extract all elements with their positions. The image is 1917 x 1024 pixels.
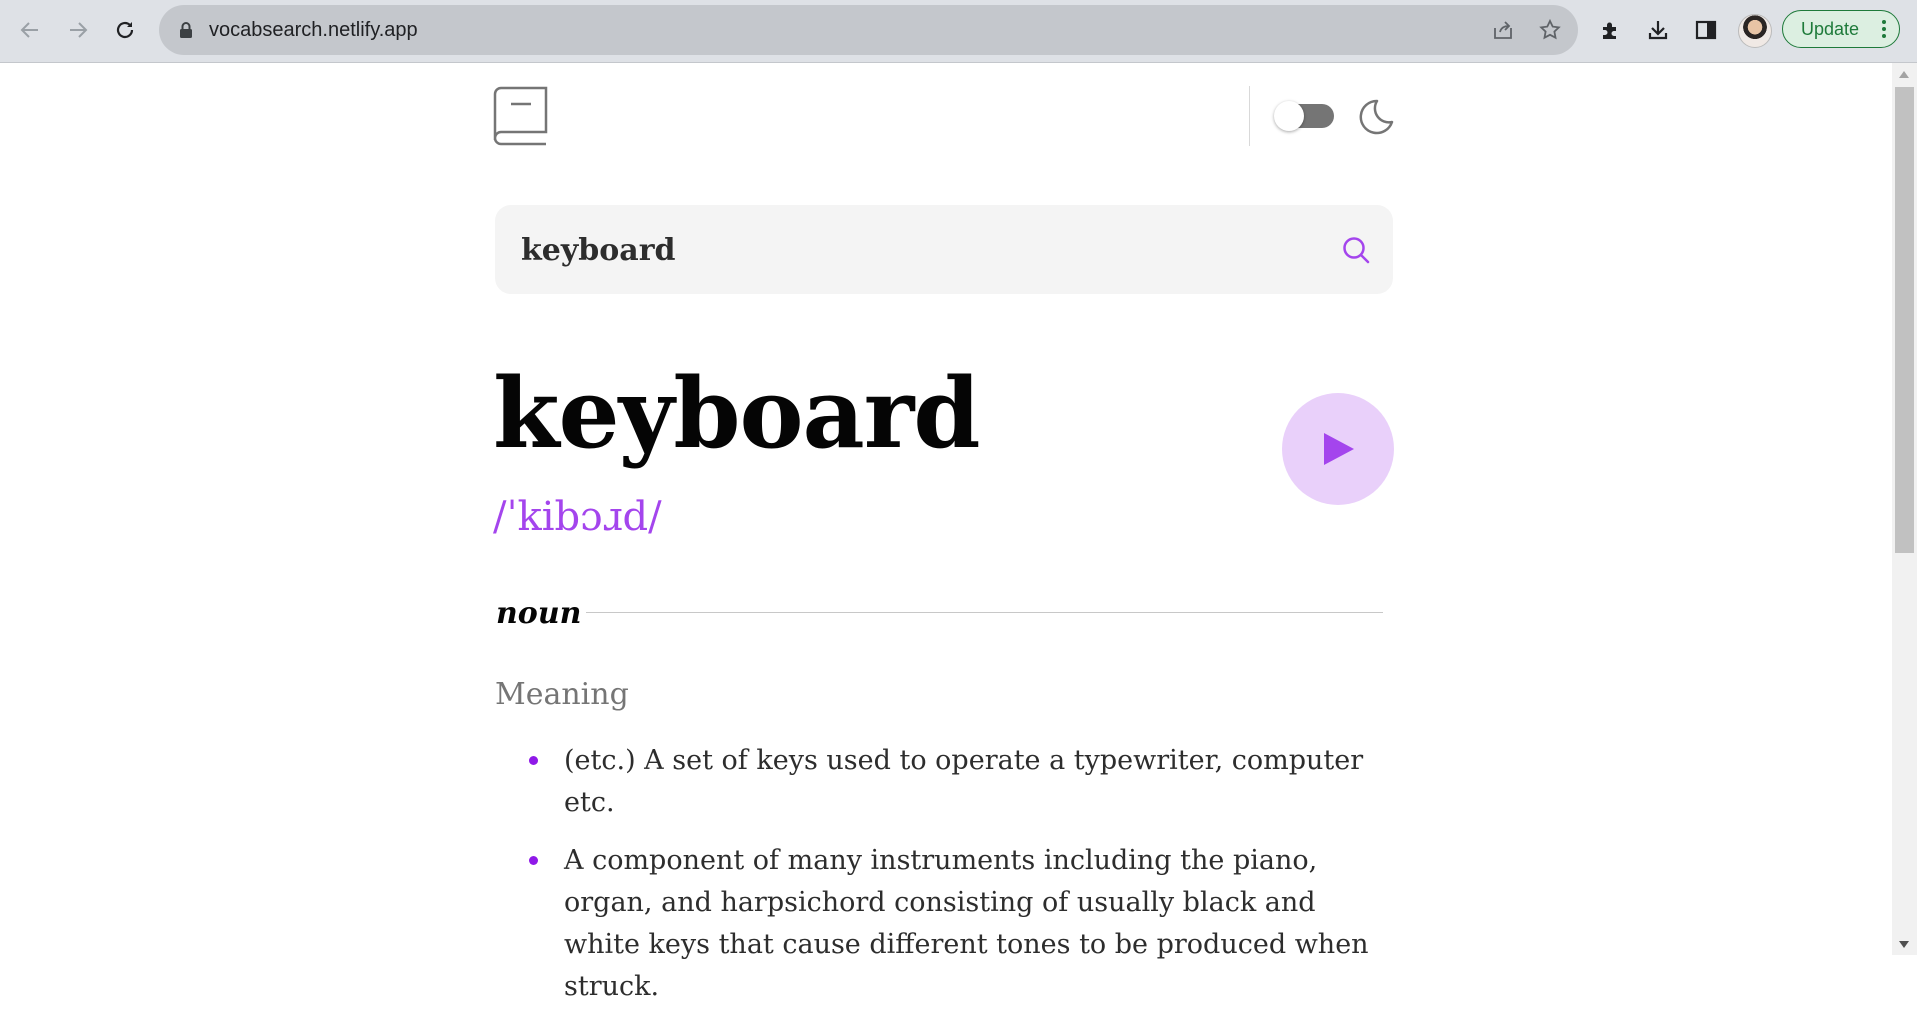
update-label: Update xyxy=(1801,18,1860,39)
more-vert-icon xyxy=(1882,20,1886,38)
arrow-right-icon xyxy=(70,22,88,38)
update-button[interactable]: Update xyxy=(1782,10,1900,48)
list-item: A component of many instruments includin… xyxy=(528,840,1388,1008)
side-panel-icon[interactable] xyxy=(1689,13,1723,47)
download-icon[interactable] xyxy=(1641,13,1675,47)
definition-text: A component of many instruments includin… xyxy=(564,845,1369,1002)
phonetic-text: /ˈkibɔɹd/ xyxy=(493,494,662,540)
lock-icon xyxy=(173,17,199,43)
reload-button[interactable] xyxy=(107,12,143,48)
meaning-heading: Meaning xyxy=(495,677,629,712)
address-bar[interactable]: vocabsearch.netlify.app xyxy=(159,5,1578,55)
search-box[interactable] xyxy=(495,205,1393,296)
word-title: keyboard xyxy=(493,357,980,470)
list-item: (etc.) A set of keys used to operate a t… xyxy=(528,740,1388,824)
url-text: vocabsearch.netlify.app xyxy=(209,19,418,41)
header-divider xyxy=(1249,86,1250,146)
search-icon[interactable] xyxy=(1341,235,1371,265)
profile-avatar[interactable] xyxy=(1738,14,1772,48)
bullet-icon xyxy=(529,856,538,865)
star-icon[interactable] xyxy=(1537,17,1563,43)
forward-button[interactable] xyxy=(60,12,96,48)
bullet-icon xyxy=(529,756,538,765)
puzzle-icon[interactable] xyxy=(1594,13,1628,47)
scroll-down-arrow[interactable] xyxy=(1899,941,1909,948)
book-icon[interactable] xyxy=(493,86,549,146)
moon-icon[interactable] xyxy=(1357,98,1395,136)
play-icon xyxy=(1324,433,1354,465)
page-scrollbar[interactable] xyxy=(1892,63,1917,955)
browser-toolbar: vocabsearch.netlify.app Update xyxy=(0,0,1917,63)
reload-icon xyxy=(116,21,134,39)
scroll-up-arrow[interactable] xyxy=(1899,71,1909,78)
definition-text: (etc.) A set of keys used to operate a t… xyxy=(564,745,1364,818)
section-divider xyxy=(586,612,1383,613)
scroll-thumb[interactable] xyxy=(1895,87,1914,553)
search-input[interactable] xyxy=(519,205,1313,296)
back-button[interactable] xyxy=(12,12,48,48)
definition-list: (etc.) A set of keys used to operate a t… xyxy=(528,740,1388,1024)
theme-toggle[interactable] xyxy=(1274,101,1334,131)
share-icon[interactable] xyxy=(1490,17,1516,43)
play-audio-button[interactable] xyxy=(1282,393,1394,505)
arrow-left-icon xyxy=(20,22,38,38)
part-of-speech: noun xyxy=(496,596,582,631)
toggle-knob xyxy=(1274,101,1304,131)
